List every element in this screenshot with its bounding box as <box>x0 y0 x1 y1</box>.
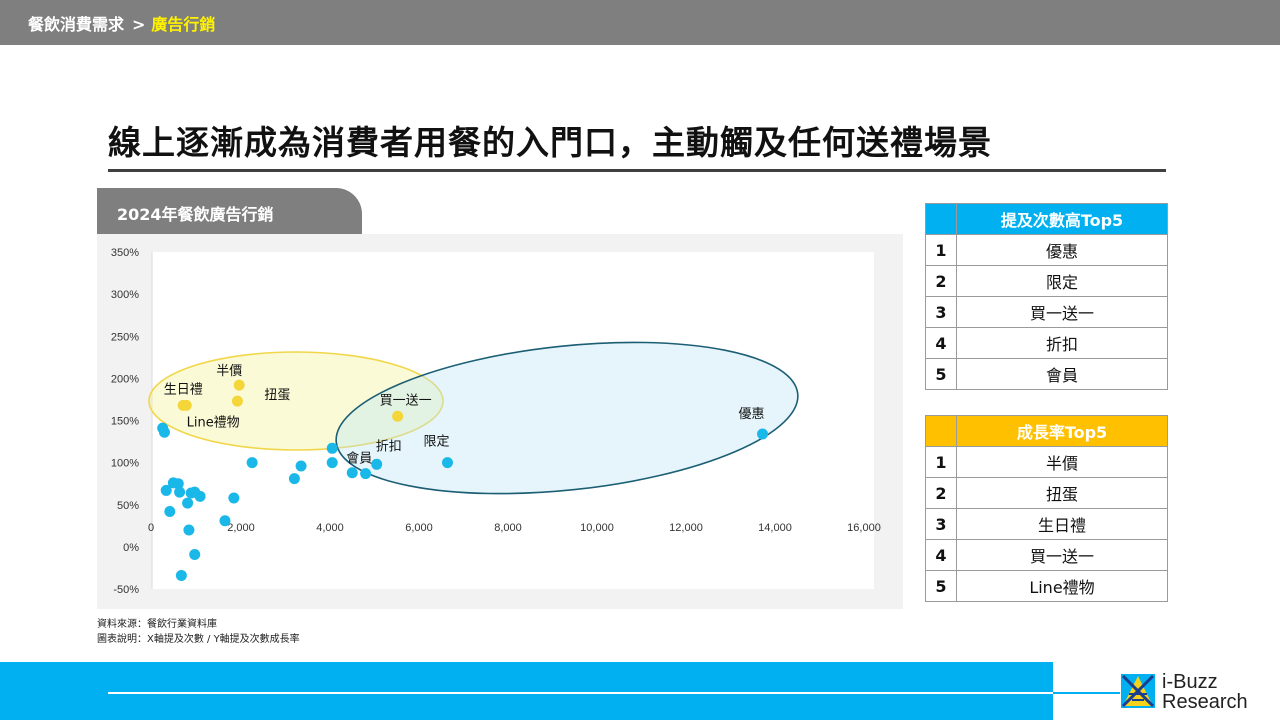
rank-name: 生日禮 <box>956 508 1168 540</box>
data-point[interactable] <box>174 486 186 498</box>
top-growth-table: 成長率Top5 1 半價 2 扭蛋 3 生日禮 4 買一送一 5 Line禮物 <box>925 415 1168 602</box>
data-point-label: 折扣 <box>376 439 402 454</box>
rank-name: Line禮物 <box>956 570 1168 602</box>
table-row: 5 會員 <box>925 358 1168 390</box>
data-point-label: 優惠 <box>739 407 765 422</box>
rank-name: 扭蛋 <box>956 477 1168 509</box>
data-point[interactable] <box>360 468 372 480</box>
top-growth-header: 成長率Top5 <box>956 415 1168 447</box>
top-mentions-table: 提及次數高Top5 1 優惠 2 限定 3 買一送一 4 折扣 5 會員 <box>925 203 1168 390</box>
ibuzz-logo-icon <box>1121 674 1155 708</box>
rank-number: 2 <box>925 477 957 509</box>
rank-number: 4 <box>925 539 957 571</box>
y-tick-label: 150% <box>111 416 139 428</box>
y-tick-label: 250% <box>111 331 139 343</box>
table-header-blank <box>925 415 957 447</box>
data-point[interactable] <box>288 473 300 485</box>
y-tick-label: 0% <box>123 542 139 554</box>
table-row: 5 Line禮物 <box>925 570 1168 602</box>
data-point-會員[interactable] <box>346 467 358 479</box>
table-row: 3 買一送一 <box>925 296 1168 328</box>
logo-line-1: i-Buzz <box>1162 671 1218 693</box>
rank-number: 3 <box>925 296 957 328</box>
footer-divider-extension <box>1053 692 1120 694</box>
data-point-Line禮物[interactable] <box>177 399 189 411</box>
table-row: 1 半價 <box>925 446 1168 478</box>
data-point-label: 生日禮 <box>164 382 203 397</box>
x-tick-label: 10,000 <box>580 522 614 534</box>
rank-name: 限定 <box>956 265 1168 297</box>
table-row: 4 買一送一 <box>925 539 1168 571</box>
top-mentions-header: 提及次數高Top5 <box>956 203 1168 235</box>
rank-name: 優惠 <box>956 234 1168 266</box>
x-tick-label: 14,000 <box>758 522 792 534</box>
x-tick-label: 2,000 <box>227 522 255 534</box>
data-point-label: 限定 <box>423 435 449 450</box>
table-header-row: 提及次數高Top5 <box>925 203 1168 235</box>
x-tick-label: 6,000 <box>405 522 433 534</box>
chart-note: 圖表說明：X軸提及次數 / Y軸提及次數成長率 <box>97 634 300 645</box>
rank-number: 3 <box>925 508 957 540</box>
data-point[interactable] <box>228 492 240 504</box>
data-point-label: 半價 <box>216 364 242 379</box>
data-point[interactable] <box>326 457 338 469</box>
data-point[interactable] <box>189 548 201 560</box>
data-point[interactable] <box>183 524 195 536</box>
y-tick-label: 200% <box>111 373 139 385</box>
data-point-買一送一[interactable] <box>392 410 404 422</box>
table-row: 3 生日禮 <box>925 508 1168 540</box>
data-point-折扣[interactable] <box>371 458 383 470</box>
x-tick-label: 16,000 <box>847 522 881 534</box>
rank-number: 5 <box>925 358 957 390</box>
y-tick-label: 50% <box>117 500 139 512</box>
x-tick-label: 0 <box>148 522 154 534</box>
x-tick-label: 8,000 <box>494 522 522 534</box>
data-point-label: 買一送一 <box>380 393 432 408</box>
table-row: 2 限定 <box>925 265 1168 297</box>
x-tick-label: 4,000 <box>316 522 344 534</box>
table-row: 2 扭蛋 <box>925 477 1168 509</box>
rank-number: 1 <box>925 234 957 266</box>
data-point[interactable] <box>246 457 258 469</box>
y-tick-label: 350% <box>111 247 139 259</box>
footer-divider <box>108 692 1120 694</box>
table-row: 1 優惠 <box>925 234 1168 266</box>
data-point-label: 會員 <box>346 452 372 467</box>
rank-number: 1 <box>925 446 957 478</box>
data-point[interactable] <box>158 426 170 438</box>
data-point-優惠[interactable] <box>757 428 769 440</box>
table-header-row: 成長率Top5 <box>925 415 1168 447</box>
table-header-blank <box>925 203 957 235</box>
logo-line-2: Research <box>1162 691 1248 713</box>
rank-name: 買一送一 <box>956 296 1168 328</box>
data-point-label: 扭蛋 <box>264 388 290 403</box>
footer-band <box>0 662 1053 720</box>
rank-name: 買一送一 <box>956 539 1168 571</box>
data-point-限定[interactable] <box>441 457 453 469</box>
rank-number: 5 <box>925 570 957 602</box>
data-point[interactable] <box>295 460 307 472</box>
source-note: 資料來源：餐飲行業資料庫 <box>97 619 217 630</box>
data-point[interactable] <box>182 497 194 509</box>
rank-number: 2 <box>925 265 957 297</box>
data-point[interactable] <box>175 570 187 582</box>
data-point-label: Line禮物 <box>187 415 240 430</box>
y-tick-label: 300% <box>111 289 139 301</box>
source-notes: 資料來源：餐飲行業資料庫 圖表說明：X軸提及次數 / Y軸提及次數成長率 <box>97 617 300 647</box>
data-point-扭蛋[interactable] <box>231 395 243 407</box>
data-point-半價[interactable] <box>233 379 245 391</box>
rank-name: 半價 <box>956 446 1168 478</box>
x-tick-label: 12,000 <box>669 522 703 534</box>
table-row: 4 折扣 <box>925 327 1168 359</box>
y-tick-label: -50% <box>113 584 139 596</box>
data-point[interactable] <box>194 490 206 502</box>
ibuzz-logo-text: i-Buzz Research <box>1162 672 1248 712</box>
data-point[interactable] <box>219 515 231 527</box>
data-point[interactable] <box>326 442 338 454</box>
rank-name: 折扣 <box>956 327 1168 359</box>
rank-name: 會員 <box>956 358 1168 390</box>
data-point[interactable] <box>164 505 176 517</box>
y-tick-label: 100% <box>111 458 139 470</box>
rank-number: 4 <box>925 327 957 359</box>
